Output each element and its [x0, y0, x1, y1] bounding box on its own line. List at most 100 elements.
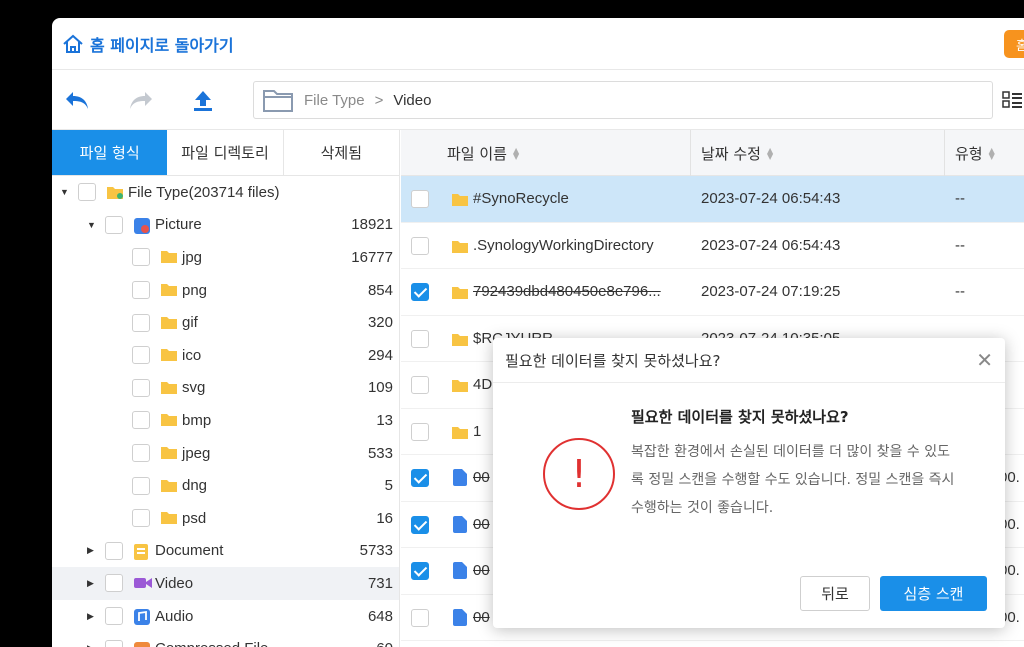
tree-checkbox[interactable]: [78, 183, 96, 202]
tree-item-label: ico: [182, 346, 202, 364]
tree-item[interactable]: png 854: [52, 274, 399, 307]
tree-item[interactable]: ▶ Audio 648: [52, 600, 399, 633]
dialog-body-text: 복잡한 환경에서 손실된 데이터를 더 많이 찾을 수 있도록 정밀 스캔을 수…: [631, 444, 955, 516]
row-checkbox[interactable]: [411, 376, 429, 394]
warning-icon: !: [543, 438, 615, 510]
row-checkbox[interactable]: [411, 283, 429, 301]
tab-deleted[interactable]: 삭제됨: [284, 130, 399, 175]
tree-checkbox[interactable]: [105, 574, 123, 593]
toolbar: File Type > Video: [52, 70, 1024, 130]
file-date: 2023-07-24 06:54:43: [701, 190, 841, 207]
tree-checkbox[interactable]: [105, 541, 123, 560]
column-header-type[interactable]: 유형 ▲ ▼: [955, 143, 995, 164]
row-checkbox[interactable]: [411, 608, 429, 627]
dialog-heading: 필요한 데이터를 찾지 못하셨나요?: [631, 408, 849, 426]
dialog-title: 필요한 데이터를 찾지 못하셨나요?: [505, 352, 721, 370]
tree-checkbox[interactable]: [105, 215, 123, 234]
dialog-divider: [493, 382, 1005, 383]
row-checkbox[interactable]: [411, 515, 429, 534]
tree-item[interactable]: ▶ Video 731: [52, 567, 399, 600]
sort-icon[interactable]: ▲ ▼: [767, 146, 773, 160]
tree-checkbox[interactable]: [105, 607, 123, 626]
collapse-arrow-icon[interactable]: ▶: [87, 578, 94, 589]
tree-checkbox[interactable]: [132, 248, 150, 267]
table-header: 파일 이름 ▲ ▼ 날짜 수정 ▲ ▼ 유형 ▲ ▼: [401, 130, 1024, 176]
forward-button[interactable]: [126, 86, 156, 116]
folder-icon: [451, 425, 469, 444]
tree-item[interactable]: ico 294: [52, 339, 399, 372]
tree-item[interactable]: dng 5: [52, 469, 399, 502]
expand-arrow-icon[interactable]: ▼: [87, 220, 96, 230]
file-name: 00: [473, 608, 490, 626]
tree-item[interactable]: jpeg 533: [52, 437, 399, 470]
tab-bar: 파일 형식 파일 디렉토리 삭제됨: [52, 130, 399, 176]
video-icon: [133, 575, 152, 591]
tree-checkbox[interactable]: [132, 281, 150, 300]
tree-checkbox[interactable]: [132, 476, 150, 495]
tree-item[interactable]: gif 320: [52, 306, 399, 339]
collapse-arrow-icon[interactable]: ▶: [87, 643, 94, 647]
breadcrumb-segment-video[interactable]: Video: [393, 92, 431, 109]
tree-item[interactable]: ▶ Document 5733: [52, 535, 399, 568]
tree-item-count: 294: [367, 346, 393, 364]
tree-item-count: 16777: [351, 248, 393, 266]
path-breadcrumb[interactable]: File Type > Video: [253, 81, 993, 119]
tree-item[interactable]: ▼ File Type(203714 files): [52, 176, 399, 209]
tree-item[interactable]: ▼ Picture 18921: [52, 209, 399, 242]
tree-item[interactable]: bmp 13: [52, 404, 399, 437]
tree-checkbox[interactable]: [132, 509, 150, 528]
close-icon[interactable]: ✕: [976, 348, 993, 372]
row-checkbox[interactable]: [411, 190, 429, 208]
sort-icon[interactable]: ▲ ▼: [989, 146, 995, 160]
breadcrumb-segment-filetype[interactable]: File Type: [304, 92, 365, 109]
table-row[interactable]: .SynologyWorkingDirectory 2023-07-24 06:5…: [401, 223, 1024, 269]
column-header-date[interactable]: 날짜 수정 ▲ ▼: [701, 143, 773, 164]
table-row[interactable]: #SynoRecycle 2023-07-24 06:54:43 --: [401, 176, 1024, 223]
row-checkbox[interactable]: [411, 236, 429, 255]
expand-arrow-icon[interactable]: ▼: [60, 187, 69, 197]
tree-item-label: png: [182, 281, 208, 299]
upload-button[interactable]: [188, 86, 218, 116]
tree-checkbox[interactable]: [132, 411, 150, 430]
filetype-folder-icon: [106, 184, 124, 200]
tree-item[interactable]: svg 109: [52, 372, 399, 405]
row-checkbox[interactable]: [411, 329, 429, 348]
table-row[interactable]: 792439dbd480450e8e796... 2023-07-24 07:19…: [401, 269, 1024, 316]
row-checkbox[interactable]: [411, 422, 429, 441]
collapse-arrow-icon[interactable]: ▶: [87, 611, 94, 622]
deep-scan-dialog: 필요한 데이터를 찾지 못하셨나요? ✕ ! 필요한 데이터를 찾지 못하셨나요…: [493, 338, 1005, 628]
folder-icon: [451, 332, 469, 351]
tree-item[interactable]: psd 16: [52, 502, 399, 535]
file-icon: [453, 562, 467, 579]
tree-checkbox[interactable]: [132, 378, 150, 397]
tab-file-type[interactable]: 파일 형식: [52, 130, 168, 175]
back-dialog-button[interactable]: 뒤로: [800, 576, 870, 611]
home-link[interactable]: 홈 페이지로 돌아가기: [62, 32, 234, 56]
tree-item-count: 5: [384, 477, 393, 495]
folder-icon: [160, 347, 178, 363]
tree-item-label: Audio: [155, 607, 194, 625]
tree-checkbox[interactable]: [132, 444, 150, 463]
back-button[interactable]: [62, 86, 92, 116]
tab-file-directory[interactable]: 파일 디렉토리: [167, 130, 284, 175]
folder-icon: [160, 478, 178, 494]
tree-item-label: Document: [155, 542, 224, 560]
sort-icon[interactable]: ▲ ▼: [513, 146, 519, 160]
audio-icon: [133, 608, 151, 626]
folder-icon: [160, 315, 178, 331]
tree-checkbox[interactable]: [132, 346, 150, 365]
tree-item[interactable]: jpg 16777: [52, 241, 399, 274]
view-toggle-button[interactable]: [1002, 90, 1022, 115]
row-checkbox[interactable]: [411, 562, 429, 580]
tree-checkbox[interactable]: [132, 313, 150, 332]
file-name: 00: [473, 469, 490, 486]
file-name: 00: [473, 515, 490, 533]
column-header-name[interactable]: 파일 이름 ▲ ▼: [447, 143, 519, 164]
home-orange-button[interactable]: 홈: [1004, 30, 1024, 58]
row-checkbox[interactable]: [411, 469, 429, 487]
tree-checkbox[interactable]: [105, 639, 123, 647]
deep-scan-button[interactable]: 심층 스캔: [880, 576, 987, 611]
collapse-arrow-icon[interactable]: ▶: [87, 545, 94, 556]
folder-icon: [160, 249, 178, 265]
tree-item[interactable]: ▶ Compressed File 60: [52, 632, 399, 647]
